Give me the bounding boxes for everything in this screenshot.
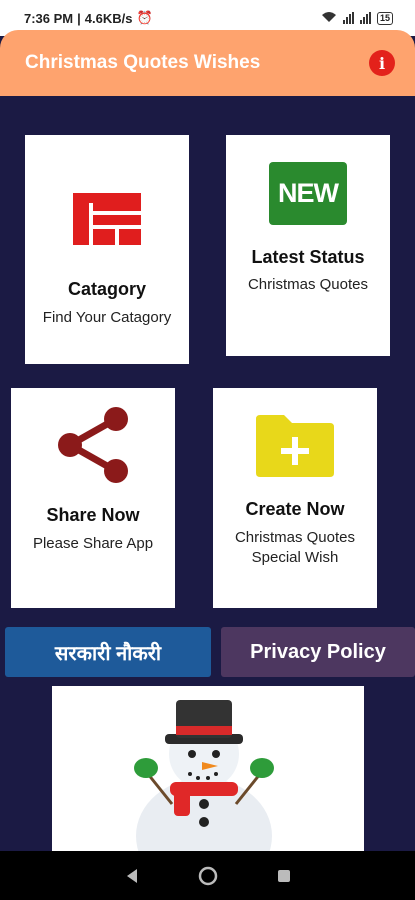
signal-icon — [342, 12, 354, 24]
latest-status-card[interactable]: NEW Latest Status Christmas Quotes — [226, 135, 390, 356]
back-icon[interactable] — [125, 868, 139, 884]
info-icon[interactable]: i — [369, 50, 395, 76]
recents-icon[interactable] — [277, 869, 291, 883]
folder-add-icon — [256, 415, 334, 477]
create-now-subtitle-2: Special Wish — [251, 549, 339, 566]
share-icon — [58, 407, 128, 483]
home-icon[interactable] — [198, 866, 218, 886]
create-now-title: Create Now — [245, 499, 345, 519]
battery-icon: 15 — [376, 11, 393, 25]
sarkari-naukri-button[interactable]: सरकारी नौकरी — [5, 627, 211, 677]
status-left: 7:36 PM | 4.6KB/s ⏰ — [24, 10, 153, 26]
status-time: 7:36 PM — [24, 10, 74, 26]
status-speed: 4.6KB/s — [84, 10, 133, 26]
share-now-title: Share Now — [46, 505, 140, 525]
share-now-subtitle: Please Share App — [32, 535, 154, 552]
status-separator: | — [77, 10, 81, 26]
new-badge-text: NEW — [278, 178, 339, 208]
latest-status-title: Latest Status — [251, 247, 365, 267]
share-now-card[interactable]: Share Now Please Share App — [11, 388, 175, 608]
category-card[interactable]: Catagory Find Your Catagory — [25, 135, 189, 364]
create-now-subtitle-1: Christmas Quotes — [234, 529, 356, 546]
status-right: 15 — [321, 11, 393, 26]
alarm-icon: ⏰ — [136, 10, 153, 25]
snowman-banner[interactable] — [52, 686, 364, 851]
latest-status-subtitle: Christmas Quotes — [247, 276, 369, 293]
app-bar: Christmas Quotes Wishes i — [0, 30, 415, 96]
create-now-card[interactable]: Create Now Christmas Quotes Special Wish — [213, 388, 377, 608]
app-title: Christmas Quotes Wishes — [25, 52, 261, 73]
category-grid-icon — [73, 193, 141, 245]
category-subtitle: Find Your Catagory — [42, 309, 172, 326]
new-badge-icon: NEW — [269, 162, 347, 225]
snowman-icon — [134, 700, 274, 851]
navigation-bar — [0, 851, 415, 900]
privacy-policy-button[interactable]: Privacy Policy — [221, 627, 415, 677]
category-title: Catagory — [67, 279, 147, 299]
signal-icon-2 — [359, 12, 371, 24]
wifi-icon — [321, 11, 337, 26]
